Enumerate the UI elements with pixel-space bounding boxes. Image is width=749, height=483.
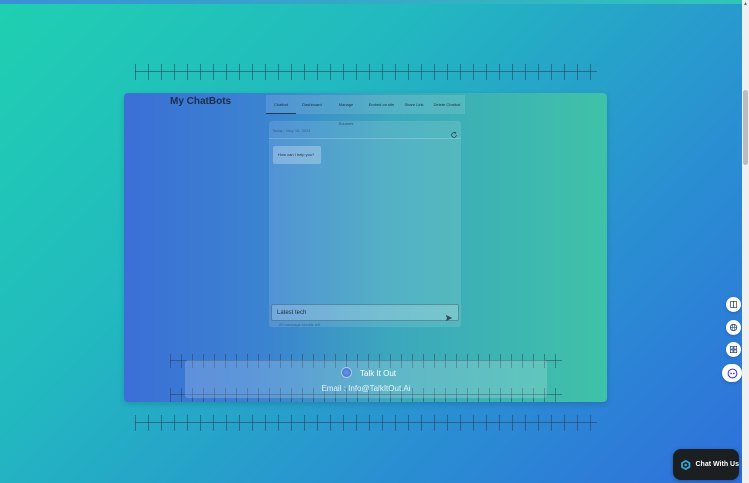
message-credits-text: 20 message credits left bbox=[279, 322, 321, 327]
bot-icon[interactable] bbox=[722, 364, 742, 382]
bot-message-bubble: How can I help you? bbox=[273, 146, 321, 164]
page-scrollbar[interactable]: ▲ bbox=[742, 0, 749, 483]
chat-header: Today · May 16, 2024 bbox=[269, 121, 461, 139]
scrollbar-thumb[interactable] bbox=[743, 90, 748, 165]
grid-icon[interactable] bbox=[726, 342, 741, 357]
globe-icon[interactable] bbox=[726, 320, 741, 335]
tab-chatbot[interactable]: Chatbot bbox=[266, 95, 296, 114]
tab-dashboard[interactable]: Dashboard bbox=[296, 95, 328, 114]
card-title: My ChatBots bbox=[170, 96, 232, 107]
tab-embed-on-site[interactable]: Embed on site bbox=[364, 95, 399, 114]
chat-input-value[interactable]: Latest tech bbox=[277, 310, 306, 316]
chat-input[interactable]: Latest tech bbox=[271, 304, 459, 322]
talk-it-out-hex-icon bbox=[681, 459, 691, 470]
top-accent-bar bbox=[0, 0, 749, 4]
chat-with-us-button[interactable]: Chat With Us bbox=[673, 449, 739, 480]
tab-delete-chatbot[interactable]: Delete Chatbot bbox=[429, 95, 465, 114]
chatbot-tabs: Chatbot Dashboard Manage Sources Embed o… bbox=[266, 95, 465, 126]
talk-it-out-logo-icon bbox=[341, 367, 352, 378]
tab-share-link[interactable]: Share Link bbox=[399, 95, 429, 114]
footer-brand: Talk It Out bbox=[360, 369, 397, 378]
send-icon[interactable] bbox=[445, 309, 453, 322]
tab-manage-sources[interactable]: Manage Sources bbox=[328, 95, 364, 126]
refresh-icon[interactable] bbox=[450, 126, 458, 138]
chat-with-us-label: Chat With Us bbox=[695, 461, 740, 468]
footer-box: Talk It Out Email : Info@TalkItOut.Ai bbox=[185, 360, 547, 398]
chat-panel: Today · May 16, 2024 How can I help you?… bbox=[269, 121, 461, 327]
decorative-ruler-bottom bbox=[135, 415, 597, 431]
chat-date: Today · May 16, 2024 bbox=[272, 128, 311, 133]
scroll-up-icon[interactable]: ▲ bbox=[743, 1, 748, 7]
decorative-ruler-top bbox=[135, 64, 597, 80]
footer-email[interactable]: Email : Info@TalkItOut.Ai bbox=[185, 384, 547, 393]
book-icon[interactable] bbox=[726, 297, 741, 312]
